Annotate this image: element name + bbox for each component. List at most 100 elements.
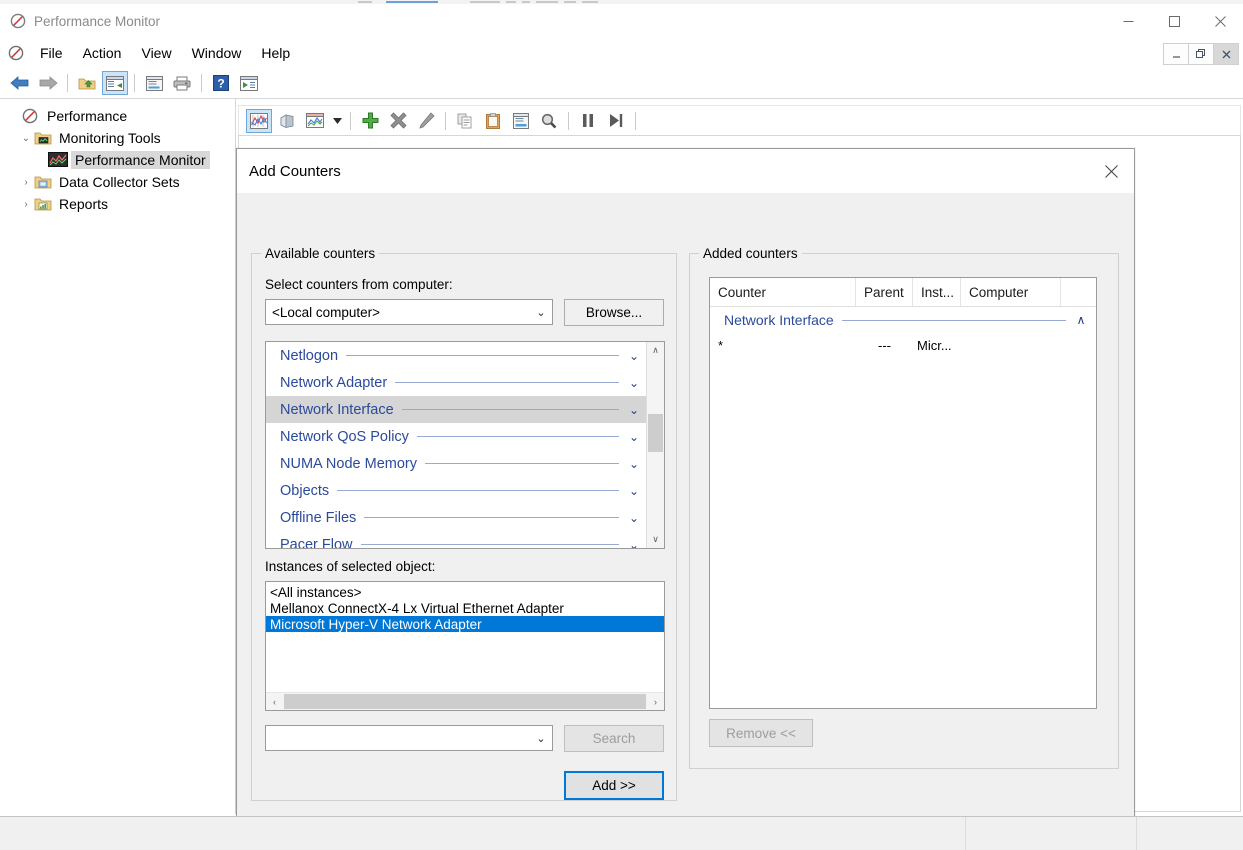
- chevron-down-icon[interactable]: ⌄: [627, 484, 641, 498]
- dialog-title-bar: Add Counters: [237, 149, 1134, 193]
- chevron-down-icon[interactable]: ⌄: [530, 306, 552, 319]
- properties-icon[interactable]: [508, 109, 534, 133]
- close-button[interactable]: [1197, 4, 1243, 38]
- chevron-down-icon[interactable]: ⌄: [627, 376, 641, 390]
- instance-item-mellanox[interactable]: Mellanox ConnectX-4 Lx Virtual Ethernet …: [266, 600, 664, 616]
- counter-item-pacer-flow[interactable]: Pacer Flow ⌄: [266, 531, 647, 548]
- chevron-down-icon[interactable]: ⌄: [627, 538, 641, 549]
- chevron-down-icon[interactable]: ⌄: [530, 732, 552, 745]
- scroll-right-icon[interactable]: ›: [647, 693, 664, 710]
- chevron-down-icon[interactable]: ⌄: [627, 457, 641, 471]
- add-counter-icon[interactable]: [357, 109, 383, 133]
- change-graph-type-icon[interactable]: [302, 109, 328, 133]
- scroll-left-icon[interactable]: ‹: [266, 693, 283, 710]
- tree-item-reports[interactable]: › Reports: [0, 193, 235, 215]
- perfmon-icon: [10, 13, 26, 29]
- counter-item-network-qos-policy[interactable]: Network QoS Policy ⌄: [266, 423, 647, 450]
- up-folder-icon[interactable]: [74, 71, 100, 95]
- added-counters-table[interactable]: Counter Parent Inst... Computer Network …: [709, 277, 1097, 709]
- column-header-instance[interactable]: Inst...: [913, 278, 961, 306]
- dialog-body: Available counters Select counters from …: [237, 193, 1134, 825]
- mdi-minimize-button[interactable]: [1163, 43, 1189, 65]
- cell-parent: ---: [856, 338, 913, 353]
- view-graph-icon[interactable]: [246, 109, 272, 133]
- tree-item-label: Monitoring Tools: [57, 129, 163, 147]
- browse-button[interactable]: Browse...: [564, 299, 664, 326]
- graph-type-dropdown-icon[interactable]: [330, 109, 344, 133]
- counter-item-network-adapter[interactable]: Network Adapter ⌄: [266, 369, 647, 396]
- copy-properties-icon[interactable]: [452, 109, 478, 133]
- print-icon[interactable]: [169, 71, 195, 95]
- instance-item-all[interactable]: <All instances>: [266, 584, 664, 600]
- tree-item-performance-monitor[interactable]: Performance Monitor: [0, 149, 235, 171]
- folder-collector-icon: [34, 174, 52, 190]
- counter-item-netlogon[interactable]: Netlogon ⌄: [266, 342, 647, 369]
- paste-counter-list-icon[interactable]: [480, 109, 506, 133]
- chevron-right-icon[interactable]: ›: [18, 196, 34, 212]
- perfmon-icon: [22, 108, 40, 124]
- chevron-down-icon[interactable]: ⌄: [18, 130, 34, 146]
- freeze-display-icon[interactable]: [575, 109, 601, 133]
- highlight-icon[interactable]: [413, 109, 439, 133]
- forward-icon[interactable]: [35, 71, 61, 95]
- delete-counter-icon[interactable]: [385, 109, 411, 133]
- chevron-down-icon[interactable]: ⌄: [627, 349, 641, 363]
- select-counters-label: Select counters from computer:: [265, 277, 453, 292]
- hscrollbar-thumb[interactable]: [284, 694, 646, 709]
- chevron-down-icon[interactable]: ⌄: [627, 430, 641, 444]
- chevron-down-icon[interactable]: ⌄: [627, 511, 641, 525]
- scrollbar-thumb[interactable]: [648, 414, 663, 452]
- zoom-icon[interactable]: [536, 109, 562, 133]
- column-header-computer[interactable]: Computer: [961, 278, 1061, 306]
- instance-label: <All instances>: [270, 585, 362, 600]
- scroll-up-icon[interactable]: ∧: [647, 342, 664, 359]
- hscroll-track[interactable]: [283, 693, 647, 710]
- table-row[interactable]: * --- Micr...: [710, 333, 1096, 357]
- search-button[interactable]: Search: [564, 725, 664, 752]
- menu-file[interactable]: File: [30, 41, 73, 65]
- available-counters-list[interactable]: Netlogon ⌄ Network Adapter ⌄ Network Int…: [265, 341, 665, 549]
- counter-label: Offline Files: [280, 510, 356, 526]
- menu-view[interactable]: View: [131, 41, 181, 65]
- mdi-restore-button[interactable]: [1188, 43, 1214, 65]
- counter-item-offline-files[interactable]: Offline Files ⌄: [266, 504, 647, 531]
- chevron-right-icon[interactable]: ›: [18, 174, 34, 190]
- menu-window[interactable]: Window: [182, 41, 252, 65]
- dialog-close-button[interactable]: [1088, 149, 1134, 193]
- column-header-parent[interactable]: Parent: [856, 278, 913, 306]
- maximize-button[interactable]: [1151, 4, 1197, 38]
- search-combo[interactable]: ⌄: [265, 725, 553, 751]
- chevron-up-icon[interactable]: ∧: [1074, 313, 1088, 327]
- instance-item-hyperv[interactable]: Microsoft Hyper-V Network Adapter: [266, 616, 664, 632]
- added-counter-group-network-interface[interactable]: Network Interface ∧: [710, 307, 1096, 333]
- chevron-down-icon[interactable]: ⌄: [627, 403, 641, 417]
- counter-item-network-interface[interactable]: Network Interface ⌄: [266, 396, 647, 423]
- computer-select-combo[interactable]: <Local computer> ⌄: [265, 299, 553, 325]
- counter-item-objects[interactable]: Objects ⌄: [266, 477, 647, 504]
- scroll-down-icon[interactable]: ∨: [647, 531, 664, 548]
- update-data-icon[interactable]: [603, 109, 629, 133]
- column-header-counter[interactable]: Counter: [710, 278, 856, 306]
- toolbar-separator: [568, 112, 569, 130]
- minimize-button[interactable]: [1105, 4, 1151, 38]
- view-histogram-icon[interactable]: [274, 109, 300, 133]
- menu-help[interactable]: Help: [251, 41, 300, 65]
- counter-dash: [425, 463, 619, 464]
- remove-button[interactable]: Remove <<: [709, 719, 813, 747]
- properties-icon[interactable]: [141, 71, 167, 95]
- tree-item-data-collector-sets[interactable]: › Data Collector Sets: [0, 171, 235, 193]
- instances-horizontal-scrollbar[interactable]: ‹ ›: [266, 692, 664, 710]
- back-icon[interactable]: [7, 71, 33, 95]
- instances-list[interactable]: <All instances> Mellanox ConnectX-4 Lx V…: [265, 581, 665, 711]
- counters-vertical-scrollbar[interactable]: ∧ ∨: [646, 342, 664, 548]
- show-console-tree-icon[interactable]: [102, 71, 128, 95]
- add-button[interactable]: Add >>: [564, 771, 664, 800]
- help-icon[interactable]: ?: [208, 71, 234, 95]
- menu-action[interactable]: Action: [73, 41, 132, 65]
- counter-item-numa-node-memory[interactable]: NUMA Node Memory ⌄: [266, 450, 647, 477]
- mdi-close-button[interactable]: [1213, 43, 1239, 65]
- new-window-icon[interactable]: [236, 71, 262, 95]
- toolbar-separator: [67, 74, 68, 92]
- tree-item-performance[interactable]: Performance: [0, 105, 235, 127]
- tree-item-monitoring-tools[interactable]: ⌄ Monitoring Tools: [0, 127, 235, 149]
